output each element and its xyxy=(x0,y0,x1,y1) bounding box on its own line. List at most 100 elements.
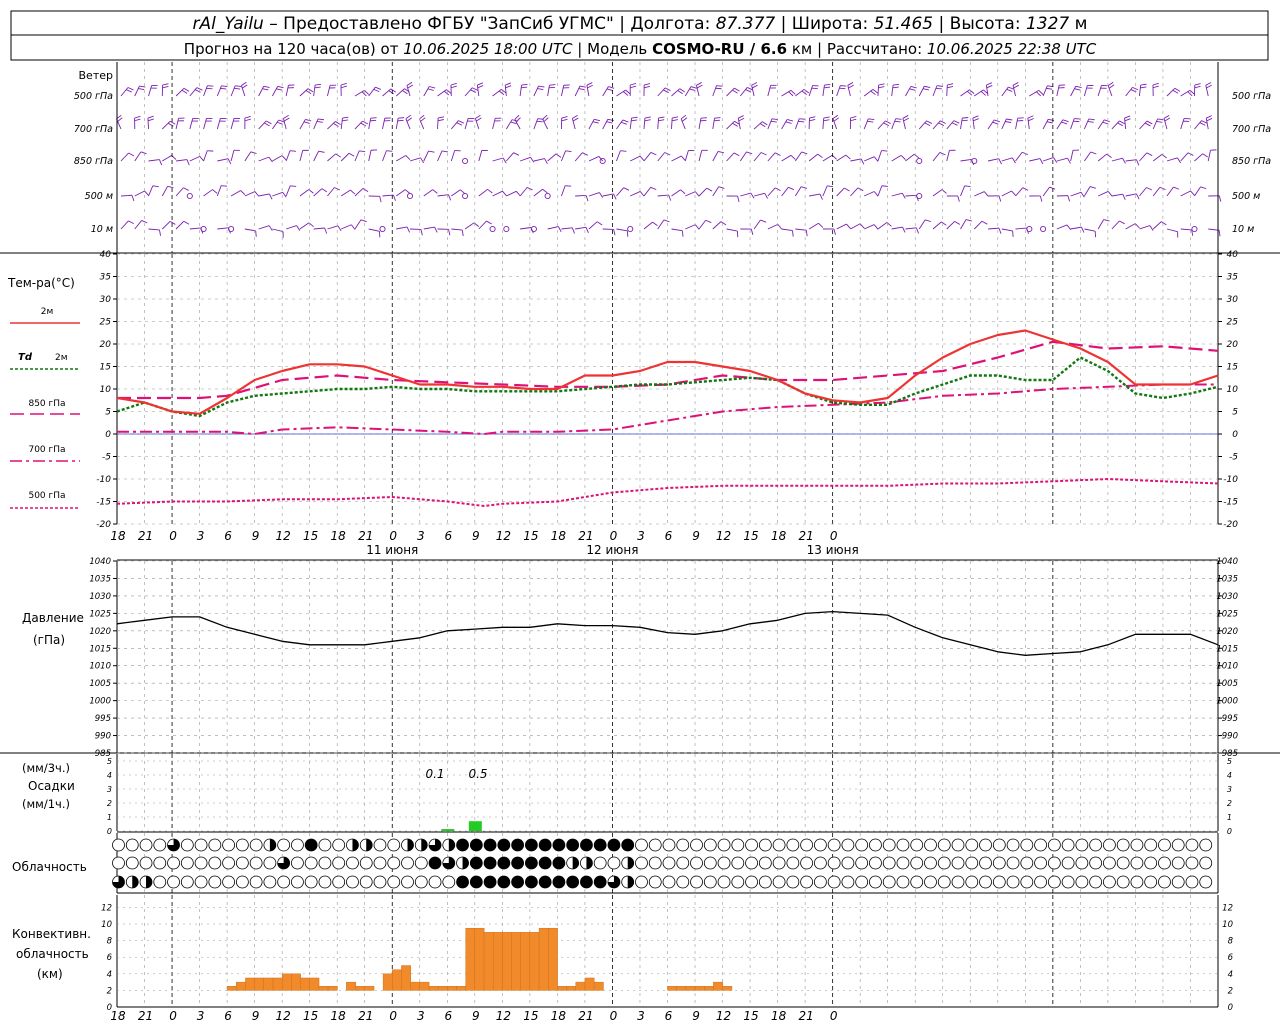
wind-barb-feather xyxy=(386,150,393,152)
cloud-circle-middle xyxy=(538,856,552,870)
convective-bar xyxy=(437,986,448,991)
cloud-circle-upper xyxy=(1185,838,1199,852)
convective-bar xyxy=(281,973,292,991)
cloud-circle-middle xyxy=(607,856,621,870)
cloud-circle-upper xyxy=(703,838,717,852)
temp-tick-label-left: -15 xyxy=(96,498,111,508)
cloud-circle-upper xyxy=(951,838,965,852)
wind-barb-feather xyxy=(626,230,629,237)
temp-tick-label-left: 15 xyxy=(100,363,112,373)
cloud-circle-middle xyxy=(690,856,703,870)
convective-bar xyxy=(291,973,301,991)
cloud-circle-upper xyxy=(772,838,786,852)
wind-barb-feather xyxy=(549,84,556,86)
cloud-circle-middle xyxy=(648,856,662,870)
hour-label: 15 xyxy=(303,529,318,543)
cloud-circle-lower xyxy=(1089,875,1103,889)
cloud-circle-middle xyxy=(180,856,194,870)
cloud-circle-middle xyxy=(552,856,566,870)
hour-label: 9 xyxy=(692,529,700,543)
model-name: COSMO-RU / 6.6 xyxy=(652,40,787,58)
convective-bar xyxy=(419,981,430,991)
cloud-circle-middle xyxy=(965,856,979,870)
cloud-circle-lower xyxy=(1199,875,1213,889)
cloud-circle-middle xyxy=(387,856,401,870)
pressure-tick-label-right: 1010 xyxy=(1216,662,1238,672)
cloud-circle-lower xyxy=(235,875,249,889)
cloud-circle-lower xyxy=(401,875,414,889)
hour-label: 21 xyxy=(138,1009,153,1023)
cloud-circle-middle xyxy=(304,856,318,870)
cloud-circle-lower xyxy=(731,875,745,889)
cloud-circle-upper xyxy=(786,838,800,852)
cloud-circle-middle xyxy=(882,856,896,870)
cloud-circle-upper xyxy=(222,838,236,852)
legend-label: 850 гПа xyxy=(28,399,65,409)
cloud-circle-upper xyxy=(125,838,139,852)
cloud-circle-middle xyxy=(401,856,414,870)
hour-label: 0 xyxy=(169,529,177,543)
cloud-circle-middle xyxy=(208,856,222,870)
hour-label: 12 xyxy=(496,529,511,543)
convective-bar xyxy=(382,973,393,991)
cloud-circle-lower xyxy=(222,875,236,889)
convective-bar xyxy=(364,986,375,991)
forecast-prefix: Прогноз на 120 часа(ов) от xyxy=(184,40,399,58)
cloud-circle-upper xyxy=(1089,838,1103,852)
wind-barb-feather xyxy=(548,86,556,89)
wind-barb-feather xyxy=(936,85,943,87)
cloud-circle-middle xyxy=(717,856,731,870)
cloud-circle-middle xyxy=(139,856,153,870)
pressure-tick-label-right: 1020 xyxy=(1216,627,1238,637)
cloud-circle-upper xyxy=(800,838,814,852)
cloud-circle-lower xyxy=(813,875,827,889)
cloud-circle-upper xyxy=(291,838,304,852)
cloud-circle-middle xyxy=(318,856,332,870)
cloud-circle-lower xyxy=(580,875,593,889)
pressure-tick-label-right: 1000 xyxy=(1216,697,1238,707)
hour-label: 0 xyxy=(610,1009,618,1023)
temp-tick-label-left: -10 xyxy=(96,475,111,485)
convective-bar xyxy=(538,927,549,991)
hour-label: 15 xyxy=(743,529,758,543)
convective-bar xyxy=(566,986,577,991)
cloud-circle-upper xyxy=(387,838,401,852)
cloud-circle-middle xyxy=(1144,856,1158,870)
cloud-circle-upper xyxy=(1130,838,1144,852)
cloud-circle-middle xyxy=(153,856,167,870)
convective-bar xyxy=(392,969,402,991)
cloud-circle-middle xyxy=(731,856,745,870)
cloud-circle-upper xyxy=(249,838,263,852)
cloud-circle-upper xyxy=(304,838,318,852)
cloud-circle-upper xyxy=(992,838,1006,852)
convective-bar xyxy=(300,977,311,991)
cloud-circle-upper xyxy=(758,838,772,852)
convective-bar xyxy=(236,981,246,991)
cloud-circle-middle xyxy=(1061,856,1075,870)
convective-bar xyxy=(584,977,595,991)
convective-tick-label-right: 10 xyxy=(1222,920,1233,930)
wind-level-label-left: 700 гПа xyxy=(74,124,113,135)
wind-level-label-right: 10 м xyxy=(1232,224,1254,235)
cloud-circle-upper xyxy=(580,838,593,852)
pressure-tick-label-right: 995 xyxy=(1222,714,1238,724)
temp-tick-label-right: 5 xyxy=(1232,408,1238,418)
hour-label: 9 xyxy=(252,1009,260,1023)
wind-barb-feather xyxy=(565,185,572,187)
wind-level-label-right: 500 гПа xyxy=(1232,91,1271,102)
wind-barb-shaft xyxy=(437,117,439,130)
cloud-circle-upper xyxy=(937,838,951,852)
cloud-circle-middle xyxy=(112,856,125,870)
convective-bar xyxy=(483,932,494,991)
cloud-circle-middle xyxy=(1075,856,1089,870)
cloud-circle-lower xyxy=(249,875,263,889)
hour-label: 15 xyxy=(303,1009,318,1023)
cloud-circle-middle xyxy=(676,856,690,870)
pressure-tick-label-left: 1040 xyxy=(89,557,111,567)
cloud-circle-lower xyxy=(1171,875,1185,889)
cloud-circle-upper xyxy=(1103,838,1116,852)
hour-label: 0 xyxy=(830,1009,838,1023)
cloud-circle-lower xyxy=(552,875,566,889)
wind-barb-feather xyxy=(894,120,901,123)
calc-time: 10.06.2025 22:38 UTC xyxy=(927,40,1097,58)
